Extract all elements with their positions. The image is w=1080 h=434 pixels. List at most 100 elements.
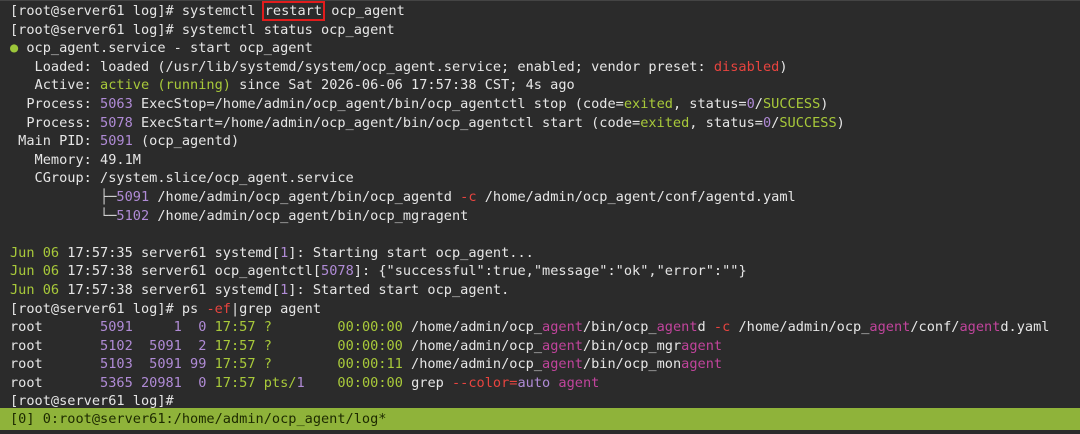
main-pid-name: (ocp_agentd): [132, 133, 240, 150]
memory-value: 49.1M: [91, 151, 141, 168]
log-time: 17:57:35: [59, 244, 133, 261]
log-message: : Starting start ocp_agent...: [296, 244, 534, 261]
highlighted-restart-keyword: restart: [261, 1, 326, 21]
active-state: active (running): [91, 77, 231, 94]
log-host: server61 systemd: [132, 244, 272, 261]
ps-cmd: /home/admin/ocp_: [402, 319, 543, 336]
ps-row: root 5365 20981 0 17:57 pts/1 00:00:00 g…: [10, 374, 1080, 393]
shell-prompt: [root@server61 log]#: [10, 21, 174, 38]
ps-pid: 5365: [91, 374, 133, 391]
ps-cpu: 99: [181, 356, 207, 373]
ps-cmd: d.yaml: [1000, 319, 1050, 336]
log-date: Jun 06: [10, 281, 60, 298]
ps-cpu: 0: [181, 319, 207, 336]
grep-match: agent: [542, 319, 583, 336]
process-cmd: ExecStop=/home/admin/ocp_agent/bin/ocp_a…: [132, 95, 624, 112]
main-pid-line: Main PID: 5091 (ocp_agentd): [10, 132, 1080, 151]
loaded-text: loaded (/usr/lib/systemd/system/ocp_agen…: [91, 58, 714, 75]
paren-close: ): [779, 58, 788, 75]
log-host: server61 systemd: [132, 281, 272, 298]
ps-flag: --color=: [452, 374, 518, 391]
ps-pid: 5103: [91, 356, 133, 373]
active-dot-icon: ●: [10, 40, 19, 57]
grep-match: agent: [681, 337, 723, 354]
status-success: SUCCESS: [779, 114, 837, 131]
cgroup-tree-item: └─5102 /home/admin/ocp_agent/bin/ocp_mgr…: [10, 207, 1080, 226]
cgroup-tree-item: ├─5091 /home/admin/ocp_agent/bin/ocp_age…: [10, 188, 1080, 207]
tree-flag: -c: [460, 188, 477, 205]
paren-close: ): [836, 114, 845, 131]
journal-line: Jun 06 17:57:35 server61 systemd[1]: Sta…: [10, 244, 1080, 263]
command-line-restart: [root@server61 log]# systemctl restart o…: [10, 1, 1080, 21]
cgroup-label: CGroup:: [10, 170, 92, 187]
cgroup-line: CGroup: /system.slice/ocp_agent.service: [10, 169, 1080, 188]
ps-cmd: /bin/ocp_mon: [582, 356, 682, 373]
ps-row: root 5102 5091 2 17:57 ? 00:00:00 /home/…: [10, 337, 1080, 356]
status-text: , status=: [672, 95, 747, 112]
ps-tty: ?: [255, 319, 338, 336]
bracket: [: [312, 263, 322, 280]
process-label: Process:: [10, 95, 92, 112]
ps-cmd: /home/admin/ocp_: [402, 356, 543, 373]
tmux-status-bar[interactable]: [0] 0:root@server61:/home/admin/ocp_agen…: [0, 408, 1080, 430]
ps-ppid: 20981: [132, 374, 182, 391]
log-time: 17:57:38: [59, 263, 133, 280]
status-code: 0: [746, 95, 755, 112]
tree-cmd: /home/admin/ocp_agent/bin/ocp_mgragent: [149, 207, 469, 224]
ps-cpu: 0: [181, 374, 207, 391]
log-pid: 5078: [321, 263, 354, 280]
process-line-stop: Process: 5063 ExecStop=/home/admin/ocp_a…: [10, 95, 1080, 114]
ps-pid: 5102: [91, 337, 133, 354]
ps-stime: 17:57: [206, 356, 256, 373]
grep-match: agent: [681, 356, 723, 373]
shell-prompt: [root@server61 log]#: [10, 300, 174, 317]
loaded-label: Loaded:: [10, 58, 92, 75]
journal-line: Jun 06 17:57:38 server61 systemd[1]: Sta…: [10, 281, 1080, 300]
log-time: 17:57:38: [59, 281, 133, 298]
service-title: ocp_agent.service - start ocp_agent: [18, 40, 313, 57]
grep-match: agent: [542, 337, 583, 354]
ps-time: 00:00:00: [337, 374, 403, 391]
terminal[interactable]: [root@server61 log]# systemctl restart o…: [0, 0, 1080, 410]
ps-cmd: /home/admin/ocp_: [402, 337, 543, 354]
ps-cmd: grep: [402, 374, 452, 391]
process-pid: 5063: [91, 95, 133, 112]
active-since: since Sat 2026-06-06 17:57:38 CST; 4s ag…: [230, 77, 575, 94]
tree-pid: 5091: [116, 188, 150, 205]
log-date: Jun 06: [10, 244, 60, 261]
shell-prompt: [root@server61 log]#: [10, 3, 174, 19]
ps-user: root: [10, 374, 92, 391]
main-pid-value: 5091: [91, 133, 133, 150]
log-message: : Started start ocp_agent.: [296, 281, 510, 298]
ps-flag-value: auto: [517, 374, 551, 391]
command-line-ps: [root@server61 log]# ps -ef|grep agent: [10, 300, 1080, 319]
loaded-line: Loaded: loaded (/usr/lib/systemd/system/…: [10, 58, 1080, 77]
command-text: systemctl status ocp_agent: [173, 21, 395, 38]
ps-user: root: [10, 356, 92, 373]
process-pid: 5078: [91, 114, 133, 131]
bracket: [: [271, 244, 281, 261]
cgroup-value: /system.slice/ocp_agent.service: [91, 170, 354, 187]
ps-user: root: [10, 319, 92, 336]
command-flag: -ef: [206, 300, 231, 317]
ps-cmd: /bin/ocp_mgr: [582, 337, 682, 354]
ps-row: root 5091 1 0 17:57 ? 00:00:00 /home/adm…: [10, 318, 1080, 337]
ps-pid: 5091: [91, 319, 133, 336]
service-title-line: ● ocp_agent.service - start ocp_agent: [10, 39, 1080, 58]
log-date: Jun 06: [10, 263, 60, 280]
ps-time: 00:00:11: [337, 356, 403, 373]
ps-user: root: [10, 337, 92, 354]
command-line-status: [root@server61 log]# systemctl status oc…: [10, 21, 1080, 40]
grep-match: agent: [550, 374, 600, 391]
tree-path: /home/admin/ocp_agent/conf/agentd.yaml: [476, 188, 796, 205]
ps-time: 00:00:00: [337, 319, 403, 336]
active-label: Active:: [10, 77, 92, 94]
status-success: SUCCESS: [762, 95, 821, 112]
process-line-start: Process: 5078 ExecStart=/home/admin/ocp_…: [10, 114, 1080, 133]
tree-cmd: /home/admin/ocp_agent/bin/ocp_agentd: [149, 188, 461, 205]
tree-pid: 5102: [116, 207, 150, 224]
tmux-window-label[interactable]: [0] 0:root@server61:/home/admin/ocp_agen…: [10, 411, 386, 427]
ps-tty: ?: [255, 337, 338, 354]
ps-stime: 17:57: [206, 319, 256, 336]
tree-branch-icon: ├─: [10, 188, 117, 205]
